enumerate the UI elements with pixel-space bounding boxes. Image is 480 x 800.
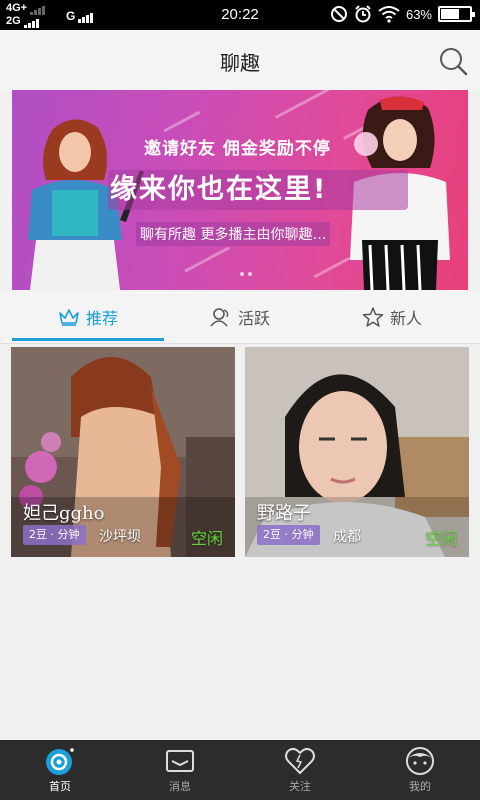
status-badge: 空闲 (190, 529, 223, 548)
profile-icon (406, 747, 434, 775)
banner-stripe (274, 90, 330, 119)
status-badge: 空闲 (424, 529, 457, 548)
host-card[interactable]: 野路子 2豆 · 分钟 成都 空闲 (245, 347, 469, 557)
price-badge: 2豆 · 分钟 (23, 525, 86, 545)
status-bar: 4G+ 2G G 20:22 63% (0, 0, 480, 30)
message-icon (166, 750, 194, 772)
alarm-icon (355, 5, 371, 23)
banner-headline: 邀请好友 佣金奖励不停 (144, 139, 331, 159)
banner-slogan: 缘来你也在这里! (110, 174, 328, 205)
tab-label: 推荐 (85, 309, 118, 328)
status-icons: 63% (330, 5, 475, 23)
nav-label: 消息 (169, 780, 191, 793)
nav-profile[interactable]: 我的 (360, 740, 480, 800)
host-card[interactable]: 妲己ggho 2豆 · 分钟 沙坪坝 空闲 (11, 347, 235, 557)
promo-banner[interactable]: 邀请好友 佣金奖励不停 缘来你也在这里! 聊有所趣 更多播主由你聊趣… (12, 90, 468, 290)
banner-subtitle: 聊有所趣 更多播主由你聊趣… (136, 222, 331, 246)
home-icon (46, 748, 74, 775)
star-icon (362, 307, 384, 327)
nav-label: 首页 (49, 780, 71, 793)
tab-label: 活跃 (237, 309, 270, 328)
host-location: 成都 (333, 529, 361, 545)
nav-label: 我的 (409, 780, 431, 793)
banner-slogan-box: 缘来你也在这里! (108, 170, 408, 210)
search-button[interactable] (438, 46, 468, 76)
battery-percent: 63% (405, 6, 432, 22)
tab-recommend[interactable]: 推荐 (12, 290, 164, 344)
tab-label: 新人 (389, 309, 422, 328)
tab-new-users[interactable]: 新人 (316, 290, 468, 344)
host-name: 妲己ggho (23, 503, 105, 524)
host-name: 野路子 (257, 503, 311, 524)
wifi-icon (378, 6, 400, 23)
heart-icon (285, 747, 315, 775)
host-location: 沙坪坝 (99, 529, 141, 545)
search-icon (440, 48, 468, 76)
banner-stripe (163, 110, 201, 133)
tab-bar: 推荐 活跃 新人 (0, 290, 480, 344)
pagination-dot[interactable] (240, 272, 244, 276)
banner-stripe (184, 246, 230, 273)
app-header: 聊趣 (0, 30, 480, 90)
bottom-navigation: 首页 消息 关注 我的 (0, 740, 480, 800)
page-title: 聊趣 (220, 51, 260, 75)
nav-messages[interactable]: 消息 (120, 740, 240, 800)
tab-indicator (12, 338, 164, 341)
nav-home[interactable]: 首页 (0, 740, 120, 800)
nav-label: 关注 (289, 780, 311, 793)
battery-icon (438, 6, 475, 22)
do-not-disturb-icon (330, 6, 347, 22)
users-icon (210, 308, 229, 327)
price-badge: 2豆 · 分钟 (257, 525, 320, 545)
nav-follow[interactable]: 关注 (240, 740, 360, 800)
crown-icon (59, 309, 79, 326)
pagination-dot[interactable] (248, 272, 252, 276)
banner-pagination[interactable] (240, 272, 252, 276)
tab-active-users[interactable]: 活跃 (164, 290, 316, 344)
